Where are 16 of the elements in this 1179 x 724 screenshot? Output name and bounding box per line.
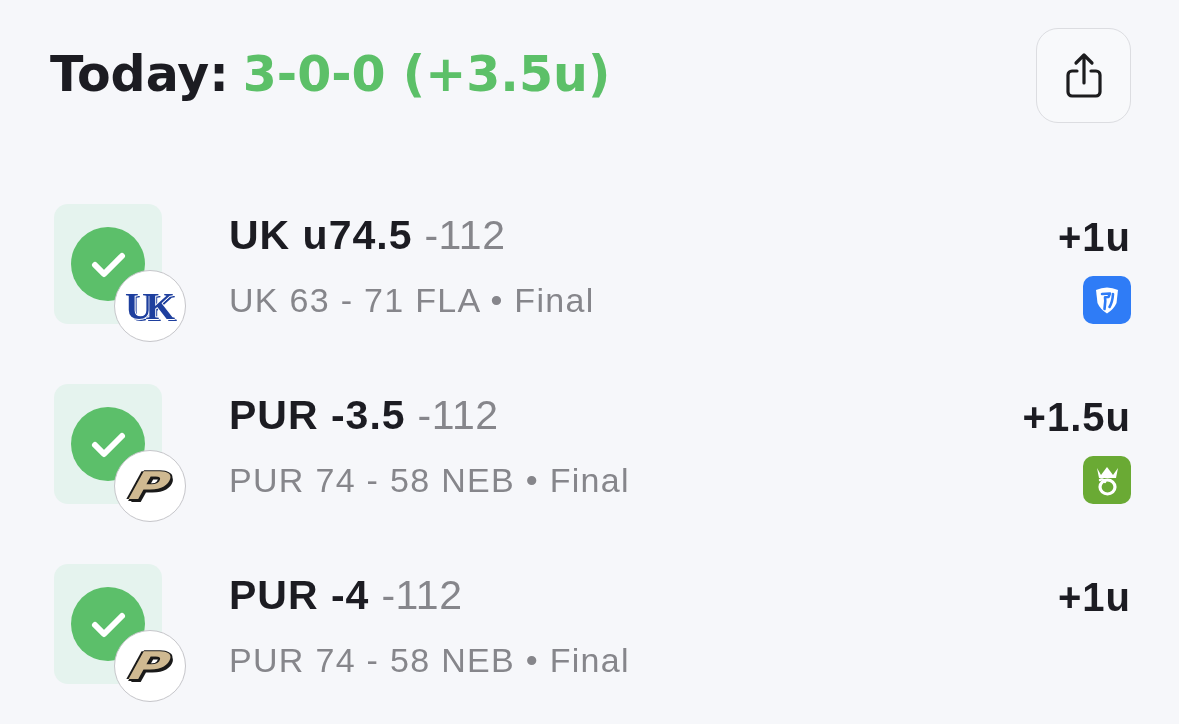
bet-odds: -112 xyxy=(381,573,463,617)
record-text: 3-0-0 (+3.5u) xyxy=(242,45,611,105)
bet-pick: PUR -3.5 xyxy=(229,393,406,437)
units-result: +1.5u xyxy=(1022,395,1131,439)
share-button[interactable] xyxy=(1036,27,1131,123)
game-score: PUR 74 - 58 NEB • Final xyxy=(229,641,631,679)
game-score: PUR 74 - 58 NEB • Final xyxy=(229,461,631,499)
bet-odds: -112 xyxy=(417,393,499,437)
units-result: +1u xyxy=(1057,575,1131,619)
bet-pick: UK u74.5 xyxy=(229,213,413,257)
units-result: +1u xyxy=(1057,215,1131,259)
bet-odds: -112 xyxy=(424,213,506,257)
bet-pick: PUR -4 xyxy=(229,573,370,617)
header-title: Today: xyxy=(50,45,229,105)
game-score: UK 63 - 71 FLA • Final xyxy=(229,281,596,319)
share-icon xyxy=(1063,52,1104,98)
